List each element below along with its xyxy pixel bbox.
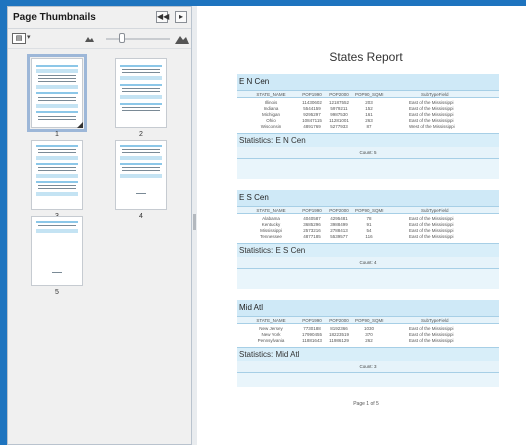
column-header: POP1990 <box>302 92 322 97</box>
table-cell: 262 <box>365 338 373 343</box>
chevron-down-icon[interactable]: ▾ <box>27 33 31 41</box>
table-row: Pennsylvania 11881643 11986129 262 East of t… <box>237 338 499 344</box>
table-cell: East of the Mississippi <box>409 234 454 239</box>
report-title: States Report <box>329 50 403 64</box>
column-header: SubTypeField <box>421 208 449 213</box>
column-header: POP2000 <box>329 318 349 323</box>
column-header-row: STATE_NAME POP1990 POP2000 POP90_SQMI SubTyp… <box>237 90 499 98</box>
thumbnail-page-5[interactable] <box>31 216 83 286</box>
panel-menu-button[interactable]: ▸ <box>175 11 187 23</box>
zoom-out-mountain-icon[interactable] <box>85 35 94 42</box>
group-header: E S Cen <box>237 190 499 206</box>
report-page: States Report E N Cen STATE_NAME POP1990 PO… <box>233 44 499 444</box>
column-header-row: STATE_NAME POP1990 POP2000 POP90_SQMI SubTyp… <box>237 206 499 214</box>
thumbnail-label-4: 4 <box>139 213 143 220</box>
selected-marker-icon <box>77 122 83 128</box>
thumbnail-page-4[interactable] <box>115 140 167 210</box>
column-header: POP90_SQMI <box>355 208 384 213</box>
splitter-grip[interactable] <box>193 214 196 230</box>
column-header: POP90_SQMI <box>355 92 384 97</box>
left-edge-strip <box>0 0 7 445</box>
table-cell: 11986129 <box>329 338 349 343</box>
report-viewer-window: Page Thumbnails ◀◀ ▸ ▤ ▾ 1 2 4 5 States … <box>0 0 526 445</box>
group-header: Mid Atl <box>237 300 499 316</box>
column-header: STATE_NAME <box>256 92 286 97</box>
table-cell: 116 <box>365 234 373 239</box>
statistics-header: Statistics: E N Cen <box>237 133 499 147</box>
column-header: STATE_NAME <box>256 318 286 323</box>
panel-toolbar: ▤ ▾ <box>8 29 191 49</box>
thumbnail-page-2[interactable] <box>115 58 167 128</box>
table-cell: 5539577 <box>330 234 348 239</box>
thumbnail-options-icon[interactable]: ▤ <box>12 33 26 44</box>
count-value: Count: 5 <box>359 150 377 155</box>
thumbnail-size-slider[interactable] <box>106 38 170 40</box>
column-header: POP1990 <box>302 318 322 323</box>
spacer-band <box>237 159 499 179</box>
column-header: SubTypeField <box>421 92 449 97</box>
table-cell: 87 <box>366 124 372 129</box>
thumbnail-label-2: 2 <box>139 131 143 138</box>
column-header: SubTypeField <box>421 318 449 323</box>
table-cell: Tennessee <box>260 234 282 239</box>
thumbnail-page-3[interactable] <box>31 140 83 210</box>
thumbnail-label-5: 5 <box>55 289 59 296</box>
count-value: Count: 3 <box>359 364 377 369</box>
column-header: POP2000 <box>329 92 349 97</box>
column-header: POP1990 <box>302 208 322 213</box>
table-cell: East of the Mississippi <box>409 338 454 343</box>
table-row: Tennessee 4877185 5539577 116 East of the Mi… <box>237 234 499 240</box>
thumbnail-list: 1 2 3 <box>8 50 191 445</box>
column-header: POP2000 <box>329 208 349 213</box>
zoom-in-mountain-icon[interactable] <box>175 33 189 44</box>
group-header: E N Cen <box>237 74 499 90</box>
table-cell: 11881643 <box>302 338 322 343</box>
table-row: Wisconsin 4891769 5277933 87 West of the Mis… <box>237 124 499 130</box>
statistics-header: Statistics: Mid Atl <box>237 347 499 361</box>
page-number: Page 1 of 5 <box>353 401 379 407</box>
thumbnails-panel: Page Thumbnails ◀◀ ▸ ▤ ▾ 1 2 4 5 <box>7 6 192 445</box>
panel-title: Page Thumbnails <box>13 12 96 23</box>
slider-knob[interactable] <box>119 33 125 43</box>
table-cell: 4877185 <box>303 234 321 239</box>
count-value: Count: 4 <box>359 260 377 265</box>
count-row: Count: 3 <box>237 361 499 373</box>
table-cell: West of the Mississippi <box>409 124 455 129</box>
column-header: STATE_NAME <box>256 208 286 213</box>
spacer-band <box>237 269 499 289</box>
count-row: Count: 5 <box>237 147 499 159</box>
document-view[interactable]: States Report E N Cen STATE_NAME POP1990 PO… <box>197 6 526 445</box>
table-cell: 5277933 <box>330 124 348 129</box>
count-row: Count: 4 <box>237 257 499 269</box>
table-cell: 4891769 <box>303 124 321 129</box>
column-header: POP90_SQMI <box>355 318 384 323</box>
thumbnail-page-1[interactable] <box>27 54 87 132</box>
spacer-band <box>237 373 499 387</box>
collapse-panel-button[interactable]: ◀◀ <box>156 11 169 23</box>
table-cell: Pennsylvania <box>257 338 285 343</box>
column-header-row: STATE_NAME POP1990 POP2000 POP90_SQMI SubTyp… <box>237 316 499 324</box>
thumbnail-label-1: 1 <box>55 131 59 138</box>
panel-header: Page Thumbnails ◀◀ ▸ <box>8 7 191 29</box>
table-cell: Wisconsin <box>260 124 282 129</box>
statistics-header: Statistics: E S Cen <box>237 243 499 257</box>
